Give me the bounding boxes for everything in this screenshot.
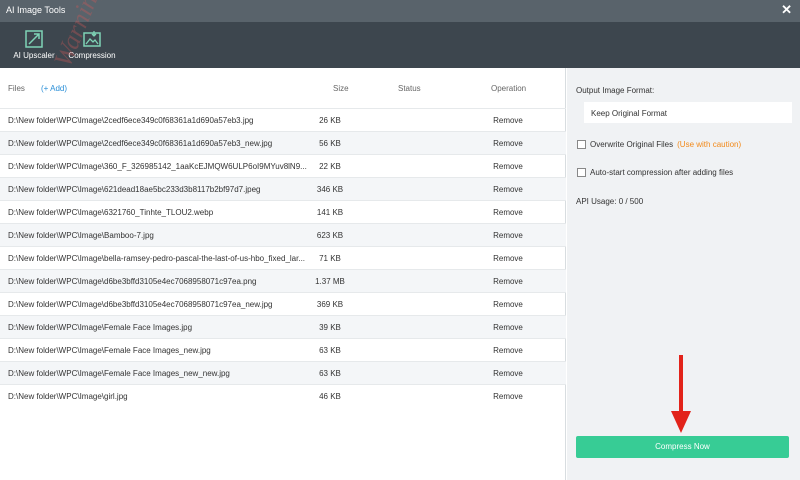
file-size: 39 KB — [319, 323, 341, 332]
overwrite-checkbox[interactable] — [577, 140, 586, 150]
file-size: 623 KB — [316, 231, 344, 240]
compress-now-button[interactable]: Compress Now — [576, 436, 789, 458]
file-path: D:\New folder\WPC\Image\2cedf6ece349c0f6… — [8, 139, 273, 148]
api-usage: API Usage: 0 / 500 — [576, 197, 644, 206]
header-operation: Operation — [491, 84, 527, 93]
file-path: D:\New folder\WPC\Image\360_F_326985142_… — [8, 162, 307, 171]
file-path: D:\New folder\WPC\Image\bella-ramsey-ped… — [8, 254, 306, 263]
remove-button[interactable]: Remove — [480, 139, 536, 148]
table-row: D:\New folder\WPC\Image\621dead18ae5bc23… — [0, 177, 566, 200]
file-path: D:\New folder\WPC\Image\Female Face Imag… — [8, 346, 211, 355]
tool-ai-upscaler[interactable]: AI Upscaler — [8, 30, 60, 60]
output-format-select[interactable]: Keep Original Format — [584, 102, 792, 123]
table-row: D:\New folder\WPC\Image\Bamboo-7.jpg 623 … — [0, 223, 566, 246]
remove-button[interactable]: Remove — [480, 323, 536, 332]
remove-button[interactable]: Remove — [480, 300, 536, 309]
file-size: 1.37 MB — [315, 277, 345, 286]
window-title: AI Image Tools — [6, 5, 66, 15]
file-size: 71 KB — [319, 254, 341, 263]
file-path: D:\New folder\WPC\Image\621dead18ae5bc23… — [8, 185, 261, 194]
file-size: 22 KB — [319, 162, 341, 171]
tool-ai-upscaler-label: AI Upscaler — [13, 51, 55, 60]
table-row: D:\New folder\WPC\Image\d6be3bffd3105e4e… — [0, 269, 566, 292]
remove-button[interactable]: Remove — [480, 185, 536, 194]
file-size: 56 KB — [319, 139, 341, 148]
toolbar: AI Upscaler Compression — [0, 22, 800, 68]
file-path: D:\New folder\WPC\Image\Female Face Imag… — [8, 369, 230, 378]
file-path: D:\New folder\WPC\Image\Bamboo-7.jpg — [8, 231, 154, 240]
file-path: D:\New folder\WPC\Image\Female Face Imag… — [8, 323, 193, 332]
file-size: 63 KB — [319, 369, 341, 378]
table-row: D:\New folder\WPC\Image\6321760_Tinhte_T… — [0, 200, 566, 223]
remove-button[interactable]: Remove — [480, 254, 536, 263]
header-files: Files — [8, 84, 25, 93]
remove-button[interactable]: Remove — [480, 231, 536, 240]
table-row: D:\New folder\WPC\Image\2cedf6ece349c0f6… — [0, 131, 566, 154]
autostart-option: Auto-start compression after adding file… — [577, 168, 734, 178]
autostart-checkbox[interactable] — [577, 168, 586, 178]
tool-compression[interactable]: Compression — [66, 30, 118, 60]
add-files-link[interactable]: (+ Add) — [41, 84, 67, 93]
remove-button[interactable]: Remove — [480, 346, 536, 355]
file-path: D:\New folder\WPC\Image\d6be3bffd3105e4e… — [8, 277, 257, 286]
table-row: D:\New folder\WPC\Image\girl.jpg 46 KB Rem… — [0, 384, 566, 407]
overwrite-option: Overwrite Original Files (Use with cautio… — [577, 140, 742, 150]
remove-button[interactable]: Remove — [480, 208, 536, 217]
file-size: 46 KB — [319, 392, 341, 401]
autostart-label: Auto-start compression after adding file… — [590, 168, 734, 177]
file-size: 369 KB — [316, 300, 344, 309]
output-format-label: Output Image Format: — [576, 86, 655, 95]
table-row: D:\New folder\WPC\Image\Female Face Imag… — [0, 361, 566, 384]
file-size: 346 KB — [316, 185, 344, 194]
table-row: D:\New folder\WPC\Image\d6be3bffd3105e4e… — [0, 292, 566, 315]
remove-button[interactable]: Remove — [480, 392, 536, 401]
settings-panel: Output Image Format: Keep Original Forma… — [567, 68, 800, 480]
remove-button[interactable]: Remove — [480, 369, 536, 378]
file-path: D:\New folder\WPC\Image\2cedf6ece349c0f6… — [8, 116, 254, 125]
close-icon[interactable]: ✕ — [781, 3, 792, 17]
file-path: D:\New folder\WPC\Image\girl.jpg — [8, 392, 128, 401]
file-path: D:\New folder\WPC\Image\d6be3bffd3105e4e… — [8, 300, 273, 309]
upscale-icon — [25, 30, 43, 48]
table-row: D:\New folder\WPC\Image\Female Face Imag… — [0, 338, 566, 361]
overwrite-caution: (Use with caution) — [677, 140, 742, 149]
file-path: D:\New folder\WPC\Image\6321760_Tinhte_T… — [8, 208, 214, 217]
file-size: 141 KB — [316, 208, 344, 217]
header-status: Status — [398, 84, 421, 93]
file-size: 26 KB — [319, 116, 341, 125]
table-row: D:\New folder\WPC\Image\360_F_326985142_… — [0, 154, 566, 177]
header-size: Size — [333, 84, 349, 93]
table-row: D:\New folder\WPC\Image\2cedf6ece349c0f6… — [0, 108, 566, 131]
title-bar: AI Image Tools ✕ — [0, 0, 800, 22]
file-list-header: Files (+ Add) Size Status Operation — [0, 68, 566, 108]
tool-compression-label: Compression — [68, 51, 116, 60]
remove-button[interactable]: Remove — [480, 116, 536, 125]
remove-button[interactable]: Remove — [480, 277, 536, 286]
compression-icon — [83, 31, 101, 47]
file-size: 63 KB — [319, 346, 341, 355]
overwrite-label: Overwrite Original Files — [590, 140, 674, 149]
table-row: D:\New folder\WPC\Image\bella-ramsey-ped… — [0, 246, 566, 269]
table-row: D:\New folder\WPC\Image\Female Face Imag… — [0, 315, 566, 338]
remove-button[interactable]: Remove — [480, 162, 536, 171]
